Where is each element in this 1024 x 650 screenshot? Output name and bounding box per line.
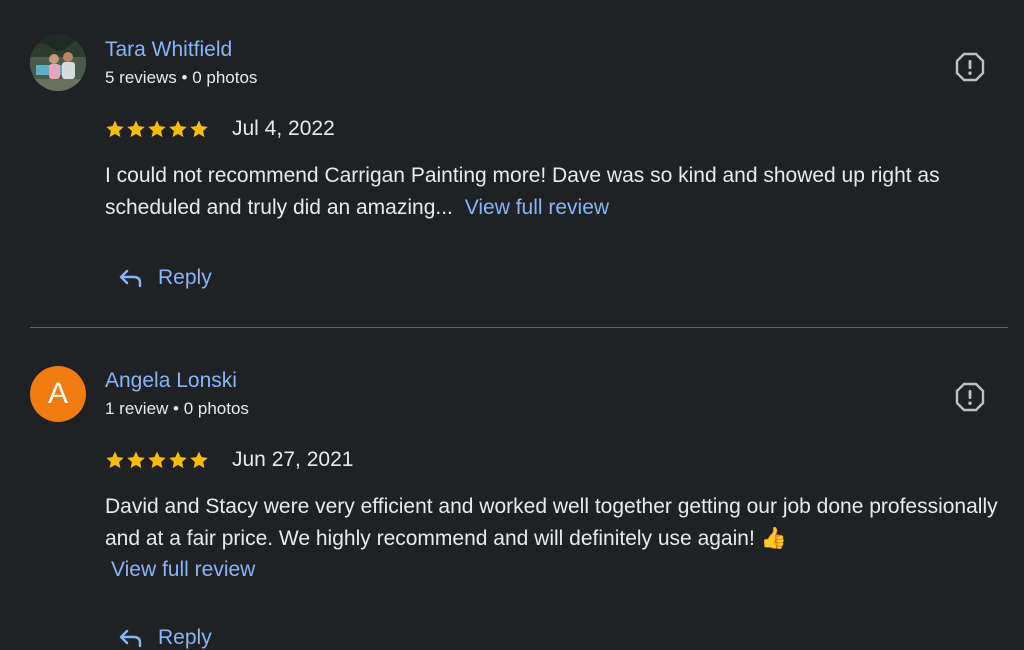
view-full-review-link[interactable]: View full review — [465, 196, 609, 219]
star-icon — [169, 120, 187, 138]
avatar[interactable]: A — [30, 366, 86, 422]
view-full-review-link[interactable]: View full review — [111, 558, 255, 581]
reviewer-meta: 5 reviews • 0 photos — [105, 68, 258, 87]
reviewer-meta: 1 review • 0 photos — [105, 399, 249, 418]
review-date: Jun 27, 2021 — [232, 448, 354, 471]
star-icon — [148, 451, 166, 469]
reviewer-name[interactable]: Angela Lonski — [105, 369, 237, 393]
review-date: Jul 4, 2022 — [232, 117, 335, 140]
star-icon — [127, 451, 145, 469]
star-icon — [106, 451, 124, 469]
avatar[interactable] — [30, 35, 86, 91]
avatar-photo-image — [30, 35, 86, 91]
reply-label: Reply — [158, 266, 212, 289]
reply-button[interactable]: Reply — [118, 626, 212, 650]
report-icon[interactable] — [955, 52, 985, 82]
report-icon[interactable] — [955, 382, 985, 412]
star-icon — [106, 120, 124, 138]
star-icon — [169, 451, 187, 469]
star-icon — [127, 120, 145, 138]
reviewer-name[interactable]: Tara Whitfield — [105, 38, 232, 62]
review-card: Tara Whitfield 5 reviews • 0 photos Jul … — [0, 0, 1024, 327]
review-body: David and Stacy were very efficient and … — [105, 495, 998, 550]
star-rating — [105, 119, 209, 139]
reply-button[interactable]: Reply — [118, 266, 212, 290]
star-icon — [190, 120, 208, 138]
star-icon — [190, 451, 208, 469]
review-text: David and Stacy were very efficient and … — [105, 491, 1010, 586]
review-text: I could not recommend Carrigan Painting … — [105, 160, 1010, 223]
star-icon — [148, 120, 166, 138]
review-card: A Angela Lonski 1 review • 0 photos Jun … — [0, 328, 1024, 649]
reply-label: Reply — [158, 626, 212, 649]
star-rating — [105, 450, 209, 470]
reply-icon — [119, 269, 142, 288]
reply-icon — [119, 629, 142, 648]
avatar-letter: A — [47, 377, 68, 410]
